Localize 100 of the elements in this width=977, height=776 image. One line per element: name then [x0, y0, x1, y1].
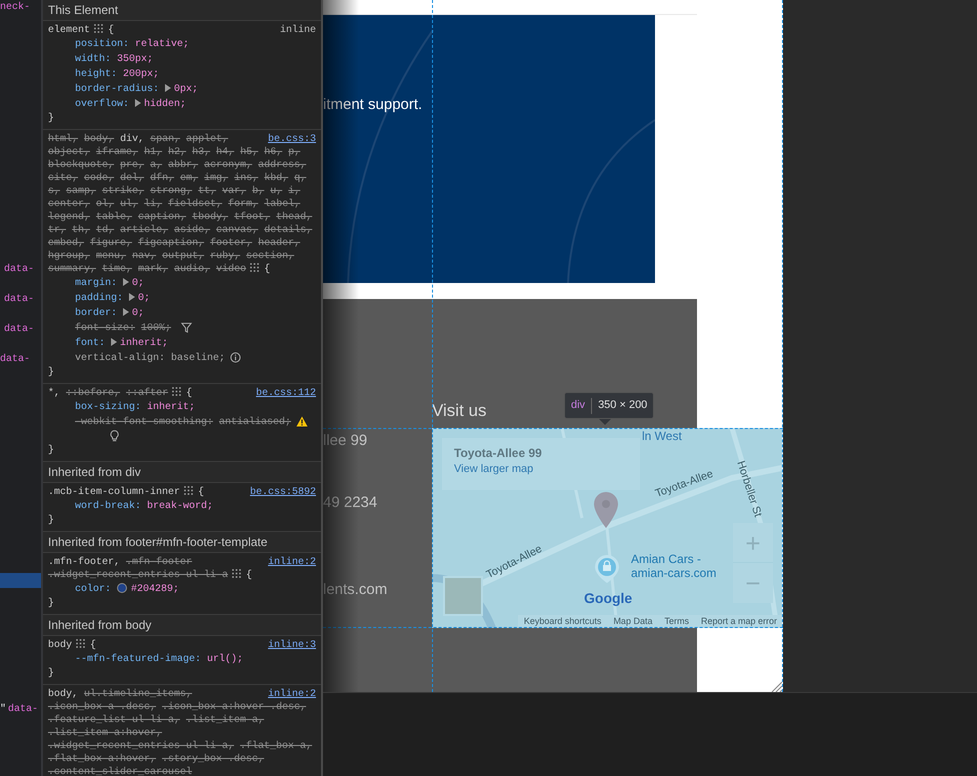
css-property[interactable]: font: — [75, 338, 106, 349]
satellite-thumbnail[interactable] — [443, 576, 483, 616]
css-property[interactable]: padding: — [75, 293, 124, 304]
source-link[interactable]: be.css:112 — [256, 387, 316, 400]
css-selector: .icon_box a:hover .desc, — [162, 702, 306, 713]
css-property[interactable]: word-break: — [75, 501, 142, 512]
css-value[interactable]: antialiased; — [219, 417, 292, 428]
css-value[interactable]: 0; — [138, 293, 150, 304]
expand-triangle-icon[interactable] — [135, 99, 142, 108]
expand-triangle-icon[interactable] — [111, 338, 118, 346]
css-property[interactable]: border: — [75, 308, 118, 319]
dom-node-row[interactable]: data- — [0, 322, 41, 337]
css-property[interactable]: box-sizing: — [75, 402, 142, 413]
css-value[interactable]: url(); — [207, 654, 244, 665]
css-value[interactable]: break-word; — [147, 501, 214, 512]
map-footer-link[interactable]: Report a map error — [700, 615, 777, 628]
css-property[interactable]: border-radius: — [75, 84, 160, 95]
css-value[interactable]: 0; — [132, 308, 144, 319]
css-declaration[interactable]: width: 350px; — [75, 52, 154, 67]
brace-text: { — [90, 640, 96, 651]
css-declaration[interactable]: --mfn-featured-image: url(); — [75, 652, 244, 667]
css-declaration[interactable]: height: 200px; — [75, 67, 160, 82]
css-value[interactable]: relative; — [135, 39, 190, 50]
css-selector: h3, — [192, 147, 210, 158]
css-property[interactable]: overflow: — [75, 99, 130, 110]
map-pin-icon — [593, 492, 619, 528]
css-selector: object, — [48, 147, 90, 158]
color-swatch[interactable] — [117, 583, 128, 594]
grid-icon[interactable] — [172, 387, 182, 398]
css-declaration[interactable]: padding: 0; — [75, 291, 150, 306]
css-value[interactable]: inherit; — [147, 402, 196, 413]
css-value[interactable]: hidden; — [144, 99, 186, 110]
css-selector: ruby, — [210, 251, 240, 262]
map-footer-link[interactable]: Terms — [664, 615, 689, 628]
warning-icon[interactable] — [296, 416, 308, 427]
dom-node-row[interactable] — [0, 573, 41, 588]
css-declaration[interactable]: border: 0; — [75, 306, 144, 321]
css-declaration[interactable]: box-sizing: inherit; — [75, 400, 196, 415]
css-value[interactable]: 200px; — [123, 69, 160, 80]
css-value[interactable]: 100%; — [141, 323, 172, 334]
css-declaration[interactable]: color: #204289; — [75, 582, 180, 597]
resize-grip-icon[interactable] — [770, 680, 782, 692]
source-link[interactable]: be.css:3 — [268, 133, 316, 146]
source-link[interactable]: inline:2 — [268, 556, 316, 569]
css-value[interactable]: 0; — [132, 278, 144, 289]
grid-icon[interactable] — [184, 486, 194, 496]
attribute-text: data- — [0, 354, 30, 365]
dom-node-row[interactable]: " data- — [0, 702, 41, 717]
css-declaration[interactable]: font-size: 100%; — [75, 321, 192, 336]
expand-triangle-icon[interactable] — [165, 84, 172, 92]
css-declaration[interactable]: font: inherit; — [75, 336, 168, 351]
css-property[interactable]: height: — [75, 69, 118, 80]
dom-node-row[interactable]: data- — [0, 262, 41, 277]
source-link[interactable]: inline:2 — [268, 688, 316, 701]
brace-text: } — [48, 514, 54, 528]
map-logo: Google — [584, 590, 632, 606]
grid-icon[interactable] — [232, 569, 242, 580]
lightbulb-icon[interactable] — [110, 430, 119, 442]
css-value[interactable]: #204289; — [131, 584, 180, 595]
css-declaration[interactable]: word-break: break-word; — [75, 499, 214, 514]
css-selector: hgroup, — [48, 251, 90, 262]
source-link[interactable]: inline:3 — [268, 639, 316, 652]
css-property[interactable]: margin: — [75, 278, 118, 289]
css-declaration[interactable]: position: relative; — [75, 37, 190, 52]
css-selector: strike, — [102, 186, 144, 197]
css-value[interactable]: baseline; — [171, 353, 226, 364]
css-selector: body, — [48, 689, 78, 700]
css-selector: .content_slider_carousel — [48, 767, 192, 776]
brace-text: } — [48, 444, 54, 458]
css-declaration[interactable]: -webkit-font-smoothing: antialiased; — [75, 415, 308, 430]
css-selector: ins, — [234, 173, 258, 184]
css-property[interactable]: font-size: — [75, 323, 136, 334]
filter-icon[interactable] — [181, 322, 192, 333]
css-property[interactable]: vertical-align: — [75, 353, 166, 364]
css-selector: address, — [258, 160, 306, 171]
dom-node-row[interactable]: data- — [0, 352, 41, 367]
map-footer-link[interactable]: Map Data — [613, 615, 652, 628]
css-declaration[interactable]: border-radius: 0px; — [75, 82, 198, 97]
css-value[interactable]: 0px; — [174, 84, 198, 95]
css-property[interactable]: width: — [75, 54, 112, 65]
map-footer-link[interactable]: Keyboard shortcuts — [524, 615, 602, 628]
css-declaration[interactable]: margin: 0; — [75, 276, 144, 291]
css-value[interactable]: 350px; — [117, 54, 154, 65]
grid-icon[interactable] — [76, 639, 86, 650]
css-property[interactable]: position: — [75, 39, 130, 50]
css-value[interactable]: inherit; — [120, 338, 168, 349]
css-declaration[interactable]: vertical-align: baseline; — [75, 351, 242, 366]
css-property[interactable]: color: — [75, 584, 112, 595]
shopping-bag-pin-icon — [595, 555, 619, 583]
dom-node-row[interactable]: neck- — [0, 0, 41, 15]
grid-icon[interactable] — [250, 263, 260, 274]
css-selector: figcaption, — [138, 238, 204, 249]
css-declaration[interactable]: overflow: hidden; — [75, 97, 186, 112]
source-link[interactable]: be.css:5892 — [250, 486, 316, 499]
css-property[interactable]: --mfn-featured-image: — [75, 654, 202, 665]
grid-icon[interactable] — [94, 24, 104, 34]
css-selector: strong, — [150, 186, 192, 197]
info-icon[interactable] — [230, 352, 242, 363]
dom-node-row[interactable]: data- — [0, 292, 41, 307]
css-property[interactable]: -webkit-font-smoothing: — [75, 417, 214, 428]
